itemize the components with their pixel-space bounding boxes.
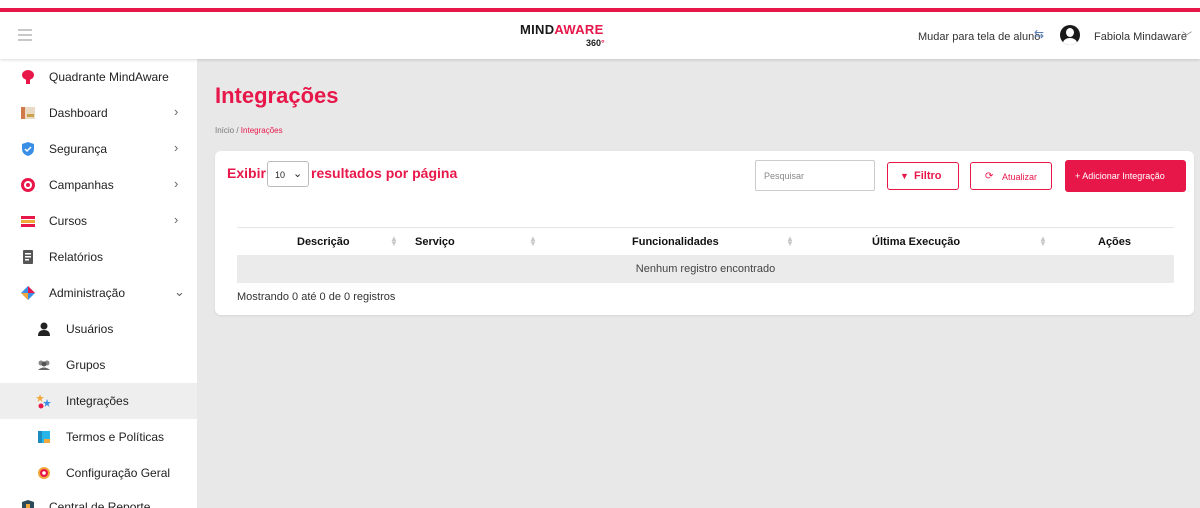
sidebar-item-label: Integrações (66, 394, 129, 408)
sort-icon[interactable]: ▲ ▼ (529, 235, 537, 248)
column-header-ultima-execucao[interactable]: Última Execução (872, 236, 960, 248)
search-input[interactable]: Pesquisar (755, 160, 875, 191)
sidebar-item-label: Segurança (49, 142, 108, 156)
integrations-icon (36, 394, 51, 409)
sidebar-item-administracao[interactable]: Administração ⌄ (0, 275, 197, 311)
user-name[interactable]: Fabiola Mindaware (1094, 31, 1187, 43)
sidebar-item-label: Administração (49, 286, 126, 300)
sidebar-item-central-reporte[interactable]: Central de Reporte (0, 489, 197, 508)
integrations-card: Exibir 10 ⌄ resultados por página Pesqui… (215, 151, 1194, 315)
top-header: MINDAWARE 360° Mudar para tela de aluno … (0, 12, 1200, 59)
courses-icon (21, 216, 35, 227)
gear-icon (38, 467, 50, 479)
refresh-button[interactable]: ⟳ Atualizar (970, 162, 1052, 190)
sidebar-item-label: Central de Reporte (49, 500, 151, 508)
sidebar-item-label: Termos e Políticas (66, 430, 165, 444)
brand-logo[interactable]: MINDAWARE 360° (520, 22, 620, 52)
refresh-icon: ⟳ (985, 171, 994, 182)
admin-icon (21, 286, 35, 300)
chevron-down-icon[interactable]: ﹀ (1182, 28, 1192, 43)
filter-button[interactable]: ▼ Filtro (887, 162, 959, 190)
sidebar-item-label: Dashboard (49, 106, 108, 120)
switch-to-student-link[interactable]: Mudar para tela de aluno (918, 31, 1040, 43)
sidebar-subitem-termos[interactable]: Termos e Políticas (0, 419, 197, 455)
chevron-right-icon: › (174, 176, 179, 191)
sidebar-subitem-usuarios[interactable]: Usuários (0, 311, 197, 347)
report-center-icon (22, 500, 34, 508)
column-header-funcionalidades[interactable]: Funcionalidades (632, 236, 719, 248)
sidebar-subitem-grupos[interactable]: Grupos (0, 347, 197, 383)
sidebar: Quadrante MindAware Dashboard › Seguranç… (0, 59, 197, 508)
menu-icon[interactable] (18, 29, 32, 41)
column-header-acoes: Ações (1098, 236, 1132, 248)
show-label: Exibir (227, 165, 266, 181)
repeat-icon[interactable]: ⇆ (1034, 27, 1044, 41)
dashboard-icon (21, 107, 35, 119)
sidebar-item-label: Usuários (66, 322, 114, 336)
column-header-servico[interactable]: Serviço (415, 236, 455, 248)
sidebar-item-label: Quadrante MindAware (49, 70, 169, 84)
group-icon (38, 360, 50, 370)
report-icon (23, 250, 33, 264)
sidebar-item-quadrante[interactable]: Quadrante MindAware (0, 59, 197, 95)
brain-icon (22, 70, 34, 84)
user-icon (38, 322, 50, 336)
sidebar-item-relatorios[interactable]: Relatórios (0, 239, 197, 275)
target-icon (21, 178, 35, 192)
main-content: Integrações Início / Integrações Exibir … (197, 59, 1200, 508)
table-header: Descrição ▲ ▼ Serviço ▲ ▼ Funcionalidades … (237, 227, 1174, 255)
chevron-down-icon: ⌄ (293, 168, 303, 180)
breadcrumb-home[interactable]: Início / (215, 126, 241, 135)
sidebar-subitem-configuracao[interactable]: Configuração Geral (0, 455, 197, 491)
breadcrumb: Início / Integrações (215, 126, 283, 135)
per-page-suffix: resultados por página (311, 165, 458, 181)
sidebar-item-label: Cursos (49, 214, 88, 228)
sidebar-item-label: Relatórios (49, 250, 104, 264)
sidebar-item-cursos[interactable]: Cursos › (0, 203, 197, 239)
add-integration-button[interactable]: + Adicionar Integração (1065, 160, 1186, 192)
table-empty-row: Nenhum registro encontrado (237, 255, 1174, 283)
table-info: Mostrando 0 até 0 de 0 registros (237, 291, 396, 303)
document-icon (38, 431, 50, 443)
sidebar-item-campanhas[interactable]: Campanhas › (0, 167, 197, 203)
sidebar-item-dashboard[interactable]: Dashboard › (0, 95, 197, 131)
shield-icon (22, 142, 34, 156)
sort-icon[interactable]: ▲ ▼ (1039, 235, 1047, 248)
breadcrumb-current: Integrações (240, 126, 283, 135)
avatar[interactable] (1060, 25, 1080, 45)
column-header-descricao[interactable]: Descrição (297, 236, 350, 248)
page-title: Integrações (215, 83, 339, 108)
sidebar-subitem-integracoes[interactable]: Integrações (0, 383, 197, 419)
per-page-select[interactable]: 10 ⌄ (267, 161, 309, 187)
sort-icon[interactable]: ▲ ▼ (786, 235, 794, 248)
sidebar-item-seguranca[interactable]: Segurança › (0, 131, 197, 167)
chevron-down-icon: ⌄ (174, 284, 185, 299)
filter-icon: ▼ (900, 171, 909, 181)
chevron-right-icon: › (174, 104, 179, 119)
sidebar-item-label: Configuração Geral (66, 466, 171, 480)
sort-icon[interactable]: ▲ ▼ (390, 235, 398, 248)
chevron-right-icon: › (174, 140, 179, 155)
top-accent-bar (0, 0, 1200, 12)
sidebar-item-label: Campanhas (49, 178, 114, 192)
chevron-right-icon: › (174, 212, 179, 227)
sidebar-item-label: Grupos (66, 358, 106, 372)
